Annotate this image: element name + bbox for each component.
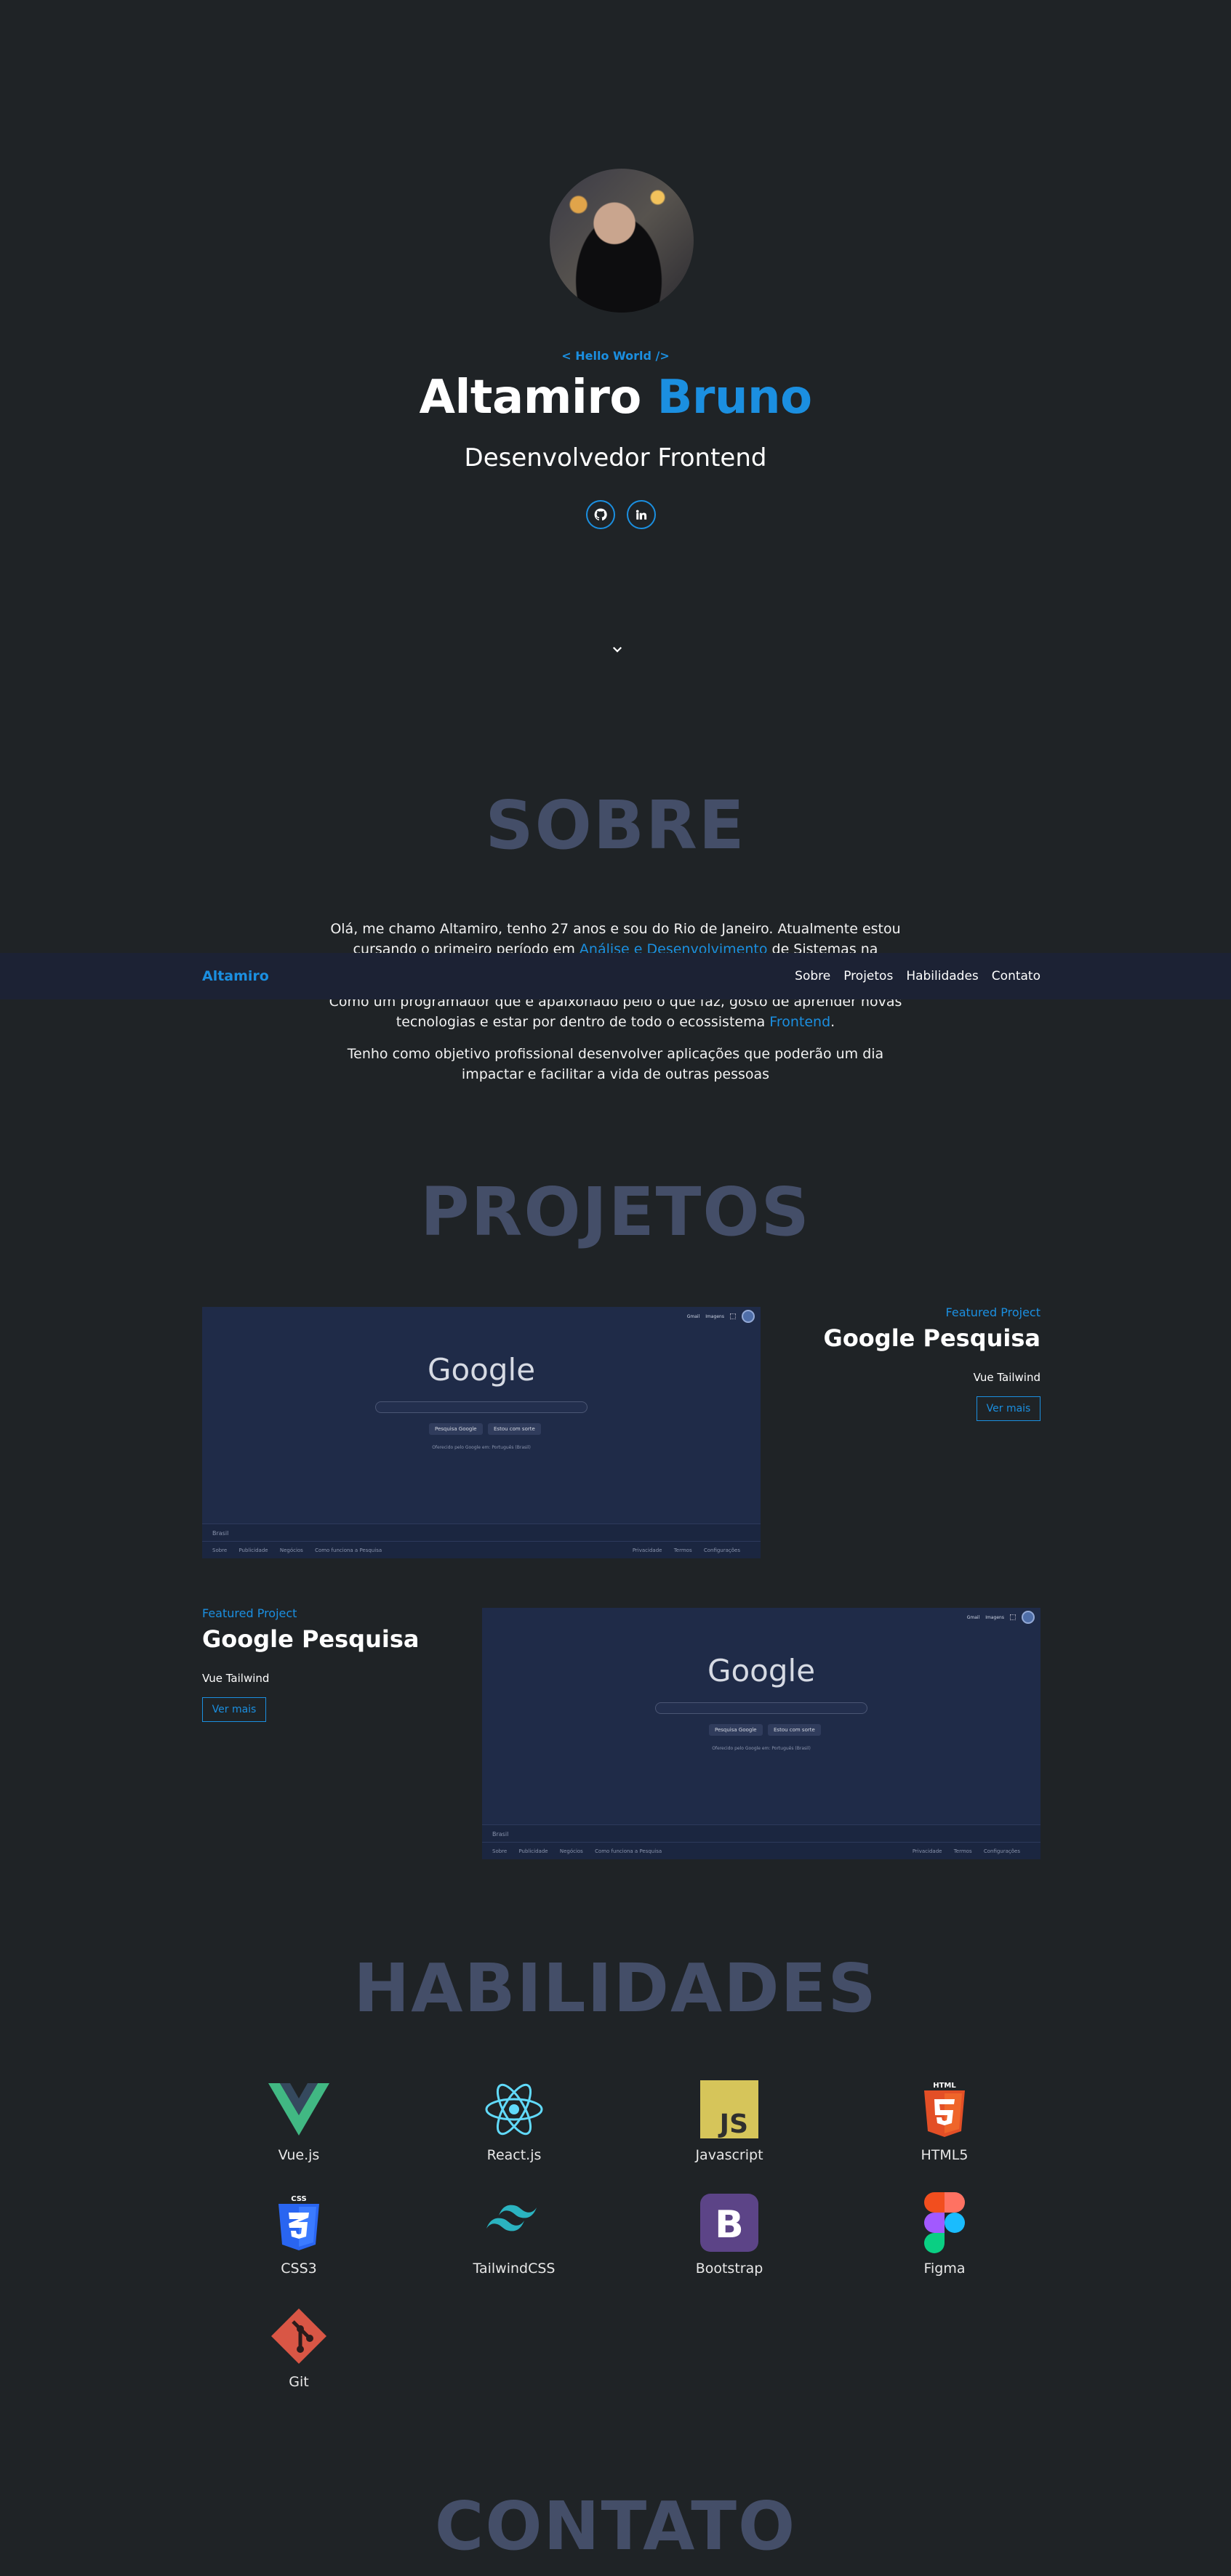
javascript-icon: JS: [700, 2080, 758, 2138]
avatar: [550, 169, 694, 313]
apps-icon: [730, 1313, 736, 1319]
nav-link-sobre[interactable]: Sobre: [795, 969, 830, 983]
navbar: Altamiro Sobre Projetos Habilidades Cont…: [0, 953, 1231, 999]
skill-vue: Vue.js: [244, 2079, 353, 2163]
git-icon: [271, 2309, 326, 2364]
tailwind-icon: [486, 2205, 537, 2231]
social-links: [586, 500, 656, 529]
skill-tailwind: TailwindCSS: [460, 2192, 569, 2277]
project-title: Google Pesquisa: [202, 1625, 420, 1653]
last-name: Bruno: [657, 371, 812, 424]
svg-text:CSS: CSS: [291, 2195, 306, 2203]
featured-label: Featured Project: [945, 1305, 1040, 1319]
search-input: [655, 1702, 867, 1714]
nav-links: Sobre Projetos Habilidades Contato: [795, 969, 1040, 983]
skill-figma: Figma: [890, 2192, 999, 2277]
project-screenshot[interactable]: Gmail Imagens Google Pesquisa Google Est…: [202, 1307, 761, 1558]
page-title: Altamiro Bruno: [0, 371, 1231, 424]
skill-git: Git: [244, 2306, 353, 2390]
linkedin-link[interactable]: [627, 500, 656, 529]
github-link[interactable]: [586, 500, 615, 529]
react-icon: [485, 2083, 543, 2136]
skill-bootstrap: B Bootstrap: [675, 2192, 784, 2277]
project-title: Google Pesquisa: [823, 1324, 1040, 1352]
avatar: [742, 1310, 755, 1323]
project-tags: Vue Tailwind: [973, 1371, 1040, 1384]
google-logo: Google: [427, 1352, 536, 1388]
linkedin-icon: [635, 510, 647, 520]
section-title-contato: CONTATO: [434, 2487, 797, 2565]
first-name: Altamiro: [419, 371, 641, 424]
figma-icon: [924, 2192, 965, 2253]
svg-text:HTML: HTML: [933, 2082, 956, 2090]
ver-mais-button[interactable]: Ver mais: [977, 1396, 1040, 1421]
nav-link-habilidades[interactable]: Habilidades: [906, 969, 978, 983]
section-title-sobre: SOBRE: [485, 786, 746, 864]
project-tags: Vue Tailwind: [202, 1672, 270, 1685]
section-title-habilidades: HABILIDADES: [353, 1949, 878, 2027]
search-input: [375, 1401, 588, 1413]
apps-icon: [1010, 1614, 1016, 1620]
about-paragraph-3: Tenho como objetivo profissional desenvo…: [347, 1046, 884, 1082]
google-logo: Google: [707, 1653, 816, 1689]
svg-text:B: B: [715, 2203, 744, 2247]
role-subtitle: Desenvolvedor Frontend: [464, 443, 767, 472]
greeting: < Hello World />: [561, 349, 670, 363]
section-title-projetos: PROJETOS: [420, 1173, 811, 1251]
svg-text:JS: JS: [718, 2109, 748, 2138]
skill-html5: HTML HTML5: [921, 2082, 969, 2163]
vue-icon: [268, 2083, 329, 2136]
ver-mais-button[interactable]: Ver mais: [202, 1697, 266, 1722]
chevron-down-icon[interactable]: [611, 643, 624, 656]
project-screenshot[interactable]: Gmail Imagens Google Pesquisa Google Est…: [482, 1608, 1040, 1859]
nav-brand[interactable]: Altamiro: [202, 968, 269, 984]
nav-link-contato[interactable]: Contato: [992, 969, 1040, 983]
avatar: [1022, 1611, 1035, 1624]
github-icon: [594, 508, 607, 521]
nav-link-projetos[interactable]: Projetos: [843, 969, 893, 983]
skill-react: React.js: [460, 2079, 569, 2163]
featured-label: Featured Project: [202, 1606, 297, 1620]
css3-icon: CSS: [278, 2195, 319, 2250]
html5-icon: HTML: [924, 2082, 965, 2137]
skill-css3: CSS CSS3: [244, 2192, 353, 2277]
skill-javascript: JS Javascript: [675, 2079, 784, 2163]
bootstrap-icon: B: [700, 2194, 758, 2252]
